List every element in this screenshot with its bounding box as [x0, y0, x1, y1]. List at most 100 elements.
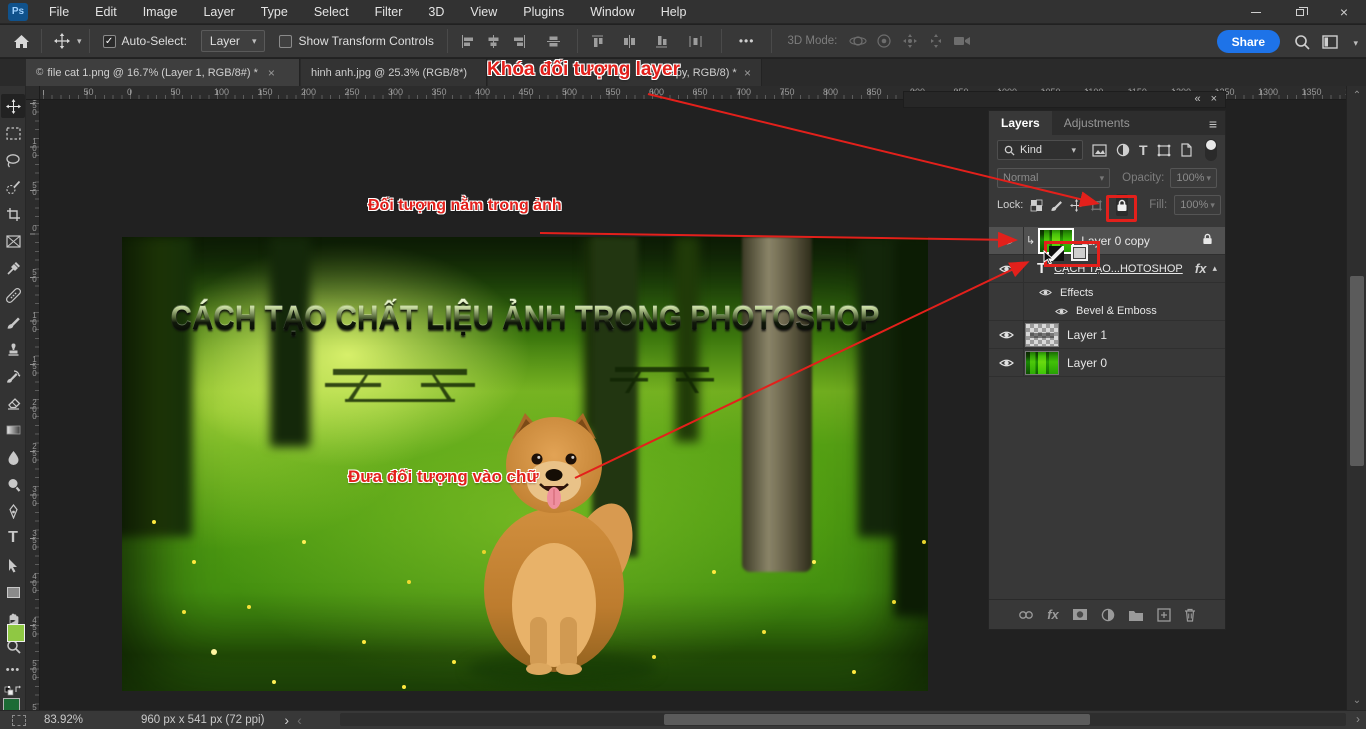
- pen-tool[interactable]: [1, 499, 25, 523]
- distribute-center-h-button[interactable]: [617, 28, 643, 54]
- lock-position-button[interactable]: [1070, 199, 1083, 212]
- crop-tool[interactable]: [1, 202, 25, 226]
- menu-help[interactable]: Help: [648, 0, 700, 24]
- layer-style-button[interactable]: fx: [1047, 607, 1059, 622]
- photoshop-logo[interactable]: Ps: [8, 3, 28, 21]
- type-tool[interactable]: T: [1, 526, 25, 550]
- ruler-origin-corner[interactable]: [26, 86, 40, 100]
- close-button[interactable]: ×: [1322, 0, 1366, 24]
- close-panel-icon[interactable]: ×: [1211, 94, 1217, 105]
- scroll-down-icon[interactable]: ⌄: [1347, 695, 1366, 706]
- home-button[interactable]: [8, 28, 34, 54]
- new-group-button[interactable]: [1128, 609, 1144, 621]
- more-options-button[interactable]: •••: [739, 34, 755, 48]
- collapse-panels-icon[interactable]: «: [1194, 94, 1200, 105]
- vertical-scroll-thumb[interactable]: [1350, 276, 1364, 466]
- move-tool[interactable]: [1, 94, 25, 118]
- filter-pixel-layers-icon[interactable]: [1092, 144, 1107, 157]
- doc-tab-file-cat[interactable]: © file cat 1.png @ 16.7% (Layer 1, RGB/8…: [26, 59, 300, 86]
- distribute-top-button[interactable]: [585, 28, 611, 54]
- 3d-orbit-button[interactable]: [845, 28, 871, 54]
- menu-plugins[interactable]: Plugins: [510, 0, 577, 24]
- lock-artboard-button[interactable]: [1090, 199, 1103, 212]
- lasso-tool[interactable]: [1, 148, 25, 172]
- layer-row-bevel-emboss[interactable]: Bevel & Emboss: [989, 302, 1225, 321]
- tab-layers[interactable]: Layers: [989, 111, 1052, 135]
- layer-row-effects[interactable]: Effects: [989, 283, 1225, 302]
- menu-3d[interactable]: 3D: [415, 0, 457, 24]
- workspace-chevron[interactable]: ▾: [1353, 38, 1358, 49]
- fill-field[interactable]: 100% ▾: [1174, 195, 1221, 215]
- menu-layer[interactable]: Layer: [190, 0, 247, 24]
- background-color-swatch[interactable]: [7, 624, 25, 642]
- frame-tool[interactable]: [1, 229, 25, 253]
- visibility-eye-icon[interactable]: [989, 330, 1023, 340]
- auto-select-target-dropdown[interactable]: Layer ▾: [201, 30, 266, 52]
- lock-pixels-button[interactable]: [1050, 199, 1063, 212]
- 3d-roll-button[interactable]: [871, 28, 897, 54]
- lock-transparency-button[interactable]: [1030, 199, 1043, 212]
- document-canvas[interactable]: CÁCH TẠO CHẤT LIỆU ẢNH TRONG PHOTOSHOP: [122, 237, 928, 691]
- tool-preset-chevron[interactable]: ▾: [77, 36, 82, 47]
- visibility-eye-icon[interactable]: [1055, 307, 1068, 316]
- visibility-eye-icon[interactable]: [989, 358, 1023, 368]
- menu-image[interactable]: Image: [130, 0, 191, 24]
- align-center-v-button[interactable]: [541, 28, 567, 54]
- layer-row-layer0copy[interactable]: ↳ Layer 0 copy: [989, 227, 1225, 255]
- menu-view[interactable]: View: [457, 0, 510, 24]
- filter-kind-dropdown[interactable]: Kind ▾: [997, 140, 1083, 160]
- marquee-tool[interactable]: [1, 121, 25, 145]
- layer-name[interactable]: Layer 0: [1067, 356, 1107, 370]
- hscroll-right-icon[interactable]: ›: [1356, 712, 1360, 726]
- menu-type[interactable]: Type: [248, 0, 301, 24]
- layer-thumbnail[interactable]: [1025, 351, 1059, 375]
- share-button[interactable]: Share: [1217, 30, 1280, 53]
- layer-name[interactable]: Layer 1: [1067, 328, 1107, 342]
- auto-select-checkbox[interactable]: ✓ Auto-Select:: [103, 34, 187, 48]
- brush-tool[interactable]: [1, 310, 25, 334]
- filter-toggle-switch[interactable]: [1205, 139, 1217, 161]
- tab-adjustments[interactable]: Adjustments: [1052, 111, 1142, 135]
- eraser-tool[interactable]: [1, 391, 25, 415]
- collapse-effects-chevron[interactable]: ▴: [1212, 263, 1217, 274]
- status-prev-icon[interactable]: ‹: [297, 712, 302, 728]
- vertical-ruler[interactable]: 1501005005010015020025030035040045050055…: [26, 100, 40, 710]
- workspace-button[interactable]: [1318, 30, 1342, 54]
- doc-tab-hinh-anh[interactable]: hinh anh.jpg @ 25.3% (RGB/8*): [301, 59, 487, 86]
- filter-smart-objects-icon[interactable]: [1180, 143, 1193, 157]
- minimize-button[interactable]: [1234, 0, 1278, 24]
- show-transform-checkbox[interactable]: Show Transform Controls: [279, 34, 433, 48]
- tab-close-icon[interactable]: ×: [268, 66, 275, 80]
- history-brush-tool[interactable]: [1, 364, 25, 388]
- align-right-button[interactable]: [507, 28, 533, 54]
- distribute-spacing-button[interactable]: [683, 28, 709, 54]
- healing-brush-tool[interactable]: [1, 283, 25, 307]
- align-left-button[interactable]: [455, 28, 481, 54]
- delete-layer-button[interactable]: [1184, 608, 1196, 622]
- visibility-eye-icon[interactable]: [989, 264, 1023, 274]
- 3d-slide-button[interactable]: [923, 28, 949, 54]
- layer-row-layer1[interactable]: Layer 1: [989, 321, 1225, 349]
- layer-row-text[interactable]: T CẠCH TẠO...HOTOSHOP fx ▴: [989, 255, 1225, 283]
- eyedropper-tool[interactable]: [1, 256, 25, 280]
- layer-thumbnail[interactable]: [1025, 323, 1059, 347]
- blend-mode-dropdown[interactable]: Normal ▾: [997, 168, 1110, 188]
- status-next-icon[interactable]: ›: [284, 712, 289, 728]
- blur-tool[interactable]: [1, 445, 25, 469]
- restore-button[interactable]: [1278, 0, 1322, 24]
- dodge-tool[interactable]: [1, 472, 25, 496]
- horizontal-scroll-thumb[interactable]: [664, 714, 1090, 725]
- add-mask-button[interactable]: [1072, 608, 1088, 621]
- gradient-tool[interactable]: [1, 418, 25, 442]
- new-layer-button[interactable]: [1157, 608, 1171, 622]
- visibility-eye-icon[interactable]: [989, 236, 1023, 246]
- move-tool-preset[interactable]: [49, 28, 75, 54]
- panel-menu-icon[interactable]: ≡: [1209, 116, 1217, 132]
- menu-edit[interactable]: Edit: [82, 0, 130, 24]
- link-layers-button[interactable]: [1018, 610, 1034, 620]
- menu-file[interactable]: File: [36, 0, 82, 24]
- object-selection-tool[interactable]: [1, 175, 25, 199]
- path-selection-tool[interactable]: [1, 553, 25, 577]
- distribute-bottom-button[interactable]: [649, 28, 675, 54]
- menu-window[interactable]: Window: [577, 0, 647, 24]
